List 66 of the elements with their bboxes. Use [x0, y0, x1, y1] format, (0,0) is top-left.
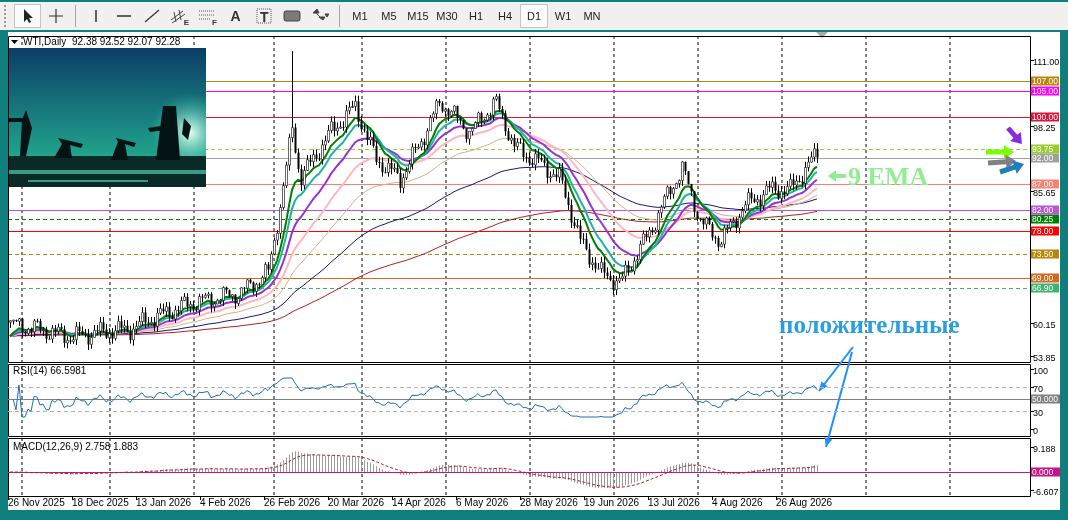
- price-tag: 78.00: [1031, 226, 1059, 236]
- date-axis-label: 14 Apr 2026: [392, 497, 446, 508]
- price-axis-label: 53.85: [1033, 352, 1056, 363]
- price-axis-label: 111.00: [1033, 56, 1060, 67]
- date-axis-label: 26 Aug 2026: [776, 497, 833, 508]
- channel-icon: [169, 8, 188, 24]
- vertical-line-icon: [94, 10, 97, 22]
- timeframe-button[interactable]: M1: [346, 4, 374, 28]
- chart-symbol: WTI,Daily: [23, 36, 67, 47]
- rsi-axis-label: 100: [1033, 365, 1049, 376]
- annotation-text: положительные: [779, 311, 960, 338]
- rsi-axis-label: 30: [1033, 407, 1043, 418]
- price-tag: 50.000: [1031, 394, 1060, 404]
- dropdown-icon[interactable]: [11, 40, 18, 44]
- date-axis-label: 18 Dec 2025: [72, 497, 129, 508]
- annotation-text: 9 EMA: [848, 162, 929, 191]
- price-tag: 100.00: [1031, 112, 1059, 122]
- date-axis-label: 4 Feb 2026: [200, 497, 251, 508]
- timeframe-button[interactable]: M15: [404, 4, 432, 28]
- price-tag: 66.90: [1031, 283, 1059, 293]
- date-axis-label: 13 Jan 2026: [136, 497, 192, 508]
- arrow-icon: [828, 170, 846, 182]
- price-axis-label: 85.65: [1033, 187, 1056, 198]
- timeframe-button[interactable]: M5: [375, 4, 403, 28]
- price-tag: 82.00: [1031, 205, 1059, 215]
- date-axis-label: 4 Aug 2026: [712, 497, 763, 508]
- text-label-button[interactable]: T: [250, 4, 277, 28]
- horizontal-line-icon: [116, 15, 131, 17]
- chart-shift-icon[interactable]: [816, 32, 828, 38]
- price-tag: 0.000: [1031, 467, 1060, 477]
- price-tag: 107.00: [1031, 76, 1059, 86]
- timeframe-button[interactable]: MN: [578, 4, 606, 28]
- price-tag: 93.75: [1031, 144, 1059, 154]
- price-tag: 73.50: [1031, 249, 1059, 259]
- price-tag: 69.00: [1031, 273, 1059, 283]
- price-tag: 87.00: [1031, 179, 1059, 189]
- timeframe-button[interactable]: D1: [520, 4, 548, 28]
- tool-button[interactable]: E: [166, 4, 193, 28]
- indicator-label: MACD(12,26,9) 2.758 1.883: [13, 441, 139, 452]
- date-axis-label: 26 Feb 2026: [264, 497, 321, 508]
- timeframe-button[interactable]: H4: [491, 4, 519, 28]
- date-axis-label: 20 Mar 2026: [328, 497, 385, 508]
- timeframe-button[interactable]: M30: [433, 4, 461, 28]
- date-axis-label: 19 Jun 2026: [584, 497, 640, 508]
- indicator-label: RSI(14) 66.5981: [13, 365, 87, 376]
- tool-button[interactable]: [14, 4, 41, 28]
- price-axis-label: 98.25: [1033, 122, 1056, 133]
- macd-axis-label: 9.188: [1033, 443, 1056, 454]
- macd-axis-label: -6.607: [1033, 486, 1059, 497]
- text-tool-button[interactable]: A: [222, 4, 249, 28]
- date-axis-label: 13 Jul 2026: [648, 497, 700, 508]
- tool-button[interactable]: F: [194, 4, 221, 28]
- trend-line-icon: [142, 8, 161, 24]
- rsi-axis-label: 70: [1033, 383, 1043, 394]
- date-axis-label: 28 May 2026: [520, 497, 578, 508]
- text-box-icon: [254, 8, 273, 24]
- price-tag: 105.00: [1031, 86, 1059, 96]
- timeframe-button[interactable]: W1: [549, 4, 577, 28]
- date-axis-label: 26 Nov 2025: [8, 497, 65, 508]
- rectangle-icon: [282, 8, 301, 24]
- ohlc-values: 92.38 92.52 92.07 92.28: [72, 36, 181, 47]
- rsi-axis-label: 0: [1033, 425, 1038, 436]
- date-axis-label: 6 May 2026: [456, 497, 509, 508]
- crosshair-icon: [46, 8, 65, 24]
- timeframe-button[interactable]: H1: [462, 4, 490, 28]
- price-axis-label: 60.15: [1033, 319, 1056, 330]
